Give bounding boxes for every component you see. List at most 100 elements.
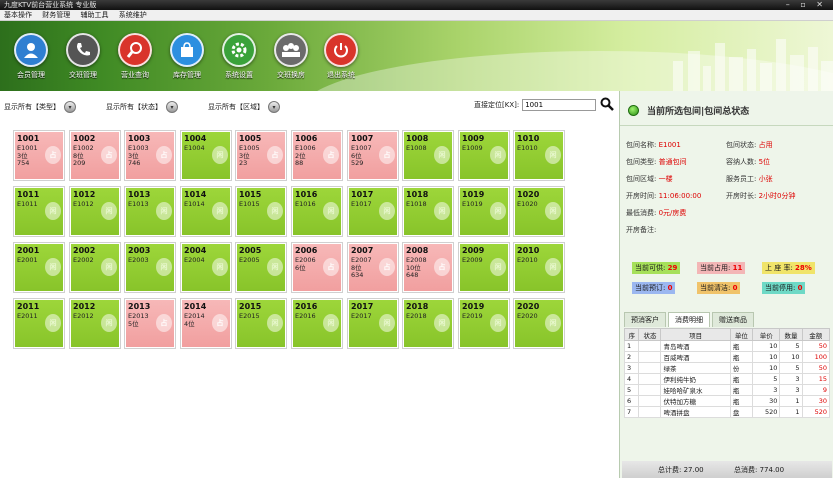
stat-value: 0	[732, 284, 738, 292]
menu-tools[interactable]: 辅助工具	[80, 11, 108, 19]
room-info-line: E2004	[184, 256, 205, 264]
room-tile[interactable]: 1015 E1015 闲	[236, 187, 286, 236]
room-tile[interactable]: 1002 E1002 8位 209 占	[70, 131, 120, 180]
room-number: 1019	[462, 190, 485, 199]
type-filter[interactable]: 显示所有【类型】 ▾	[4, 101, 76, 113]
area-filter[interactable]: 显示所有【区域】 ▾	[208, 101, 280, 113]
shift-button[interactable]: 交班管理	[60, 27, 106, 87]
room-tile[interactable]: 2001 E2001 闲	[14, 243, 64, 292]
room-info-line: 529	[351, 159, 364, 167]
room-info: E2008 10位 648	[406, 256, 427, 280]
room-tile[interactable]: 1010 E1010 闲	[514, 131, 564, 180]
stat-occupancy-rate: 上 座 率: 28%	[762, 262, 815, 274]
room-tile[interactable]: 2006 E2006 6位占	[292, 243, 342, 292]
city-skyline-image	[673, 39, 833, 91]
chevron-down-icon[interactable]: ▾	[64, 101, 76, 113]
tab-consumption[interactable]: 消费明细	[668, 312, 710, 327]
room-info-line: E1009	[462, 144, 483, 152]
menu-system[interactable]: 系统维护	[119, 11, 147, 19]
room-info-line: 88	[295, 159, 304, 167]
query-button[interactable]: 营业查询	[112, 27, 158, 87]
table-cell: 1	[779, 406, 803, 418]
room-tile[interactable]: 2015 E2015 闲	[236, 299, 286, 348]
room-info: E2012	[73, 312, 94, 321]
exit-button[interactable]: 退出系统	[318, 27, 364, 87]
room-tile[interactable]: 1012 E1012 闲	[70, 187, 120, 236]
query-button-label: 营业查询	[121, 71, 149, 79]
room-tile[interactable]: 2010 E2010 闲	[514, 243, 564, 292]
room-tile[interactable]: 1003 E1003 3位 746 占	[125, 131, 175, 180]
table-row[interactable]: 1 青岛啤酒瓶 10 5 50	[623, 340, 830, 352]
room-tile[interactable]: 1017 E1017 闲	[348, 187, 398, 236]
table-row[interactable]: 4 伊利纯牛奶瓶 5 3 15	[623, 373, 830, 385]
room-tile[interactable]: 2003 E2003 闲	[125, 243, 175, 292]
locate-input[interactable]	[522, 99, 597, 111]
room-tile[interactable]: 1011 E1011 闲	[14, 187, 64, 236]
room-tile[interactable]: 2016 E2016 闲	[292, 299, 342, 348]
room-tile[interactable]: 2018 E2018 闲	[403, 299, 453, 348]
col-status: 状态	[638, 328, 662, 341]
room-tile[interactable]: 2008 E2008 10位 648 占	[403, 243, 453, 292]
room-info: E1016	[295, 200, 316, 209]
room-tile[interactable]: 1001 E1001 3位 754 占	[14, 131, 64, 180]
room-info-line: 5位	[128, 319, 139, 328]
stock-button[interactable]: 库存管理	[164, 27, 210, 87]
chevron-down-icon[interactable]: ▾	[268, 101, 280, 113]
room-tile[interactable]: 2019 E2019 闲	[459, 299, 509, 348]
settings-button[interactable]: 系统设置	[216, 27, 262, 87]
menu-basic[interactable]: 基本操作	[4, 11, 32, 19]
room-tile[interactable]: 1018 E1018 闲	[403, 187, 453, 236]
search-icon[interactable]	[600, 97, 614, 111]
room-tile[interactable]: 2002 E2002 闲	[70, 243, 120, 292]
table-row[interactable]: 3 绿茶份 10 5 50	[623, 362, 830, 374]
room-number: 1001	[17, 134, 40, 143]
table-row[interactable]: 6 伏特加方糖瓶 30 1 30	[623, 395, 830, 407]
panel-header: 当前所选包间|包间总状态	[628, 104, 749, 117]
room-tile[interactable]: 1016 E1016 闲	[292, 187, 342, 236]
room-tile[interactable]: 2005 E2005 闲	[236, 243, 286, 292]
stat-reserved: 当前预订: 0	[632, 282, 676, 294]
table-cell: 瓶	[729, 351, 753, 363]
room-tile[interactable]: 2017 E2017 闲	[348, 299, 398, 348]
room-tile[interactable]: 1009 E1009 闲	[459, 131, 509, 180]
table-row[interactable]: 7 啤酒拼盘盘 520 1 520	[623, 406, 830, 418]
table-cell	[638, 384, 662, 396]
room-tile[interactable]: 2007 E2007 8位 634 占	[348, 243, 398, 292]
field-label: 最低消费:	[626, 209, 657, 217]
room-tile[interactable]: 1019 E1019 闲	[459, 187, 509, 236]
room-tile[interactable]: 2011 E2011 闲	[14, 299, 64, 348]
field-value: 占用	[758, 141, 773, 149]
menu-finance[interactable]: 财务管理	[42, 11, 70, 19]
col-price: 单价	[751, 328, 781, 341]
room-tile[interactable]: 1007 E1007 6位 529 占	[348, 131, 398, 180]
tab-preorder[interactable]: 预消客户	[624, 312, 666, 327]
change-room-button[interactable]: 交班换房	[268, 27, 314, 87]
room-tile[interactable]: 2013 E2013 5位占	[125, 299, 175, 348]
member-button[interactable]: 会员管理	[8, 27, 54, 87]
room-number: 2005	[239, 246, 262, 255]
room-tile[interactable]: 1006 E1006 2位 88 占	[292, 131, 342, 180]
room-tile[interactable]: 2020 E2020 闲	[514, 299, 564, 348]
table-row[interactable]: 2 百威啤酒瓶 10 10 100	[623, 351, 830, 363]
status-filter[interactable]: 显示所有【状态】 ▾	[106, 101, 178, 113]
table-row[interactable]: 5 娃哈哈矿泉水瓶 3 3 9	[623, 384, 830, 396]
room-tile[interactable]: 1020 E1020 闲	[514, 187, 564, 236]
room-tile[interactable]: 1004 E1004 闲	[181, 131, 231, 180]
room-info-line: E1019	[462, 200, 483, 208]
window-controls[interactable]: – ▫ ✕	[786, 0, 827, 10]
chevron-down-icon[interactable]: ▾	[166, 101, 178, 113]
room-tile[interactable]: 2014 E2014 4位占	[181, 299, 231, 348]
room-tile[interactable]: 2009 E2009 闲	[459, 243, 509, 292]
table-cell: 100	[801, 351, 830, 363]
room-tile[interactable]: 1005 E1005 3位 23 占	[236, 131, 286, 180]
room-tile[interactable]: 2012 E2012 闲	[70, 299, 120, 348]
table-cell: 伊利纯牛奶	[660, 373, 731, 385]
room-info: E2002	[73, 256, 94, 265]
room-tile[interactable]: 1013 E1013 闲	[125, 187, 175, 236]
tab-gifts[interactable]: 赠送商品	[712, 312, 754, 327]
settings-button-label: 系统设置	[225, 71, 253, 79]
room-tile[interactable]: 1014 E1014 闲	[181, 187, 231, 236]
room-tile[interactable]: 2004 E2004 闲	[181, 243, 231, 292]
room-status-badge: 占	[101, 146, 117, 164]
room-tile[interactable]: 1008 E1008 闲	[403, 131, 453, 180]
